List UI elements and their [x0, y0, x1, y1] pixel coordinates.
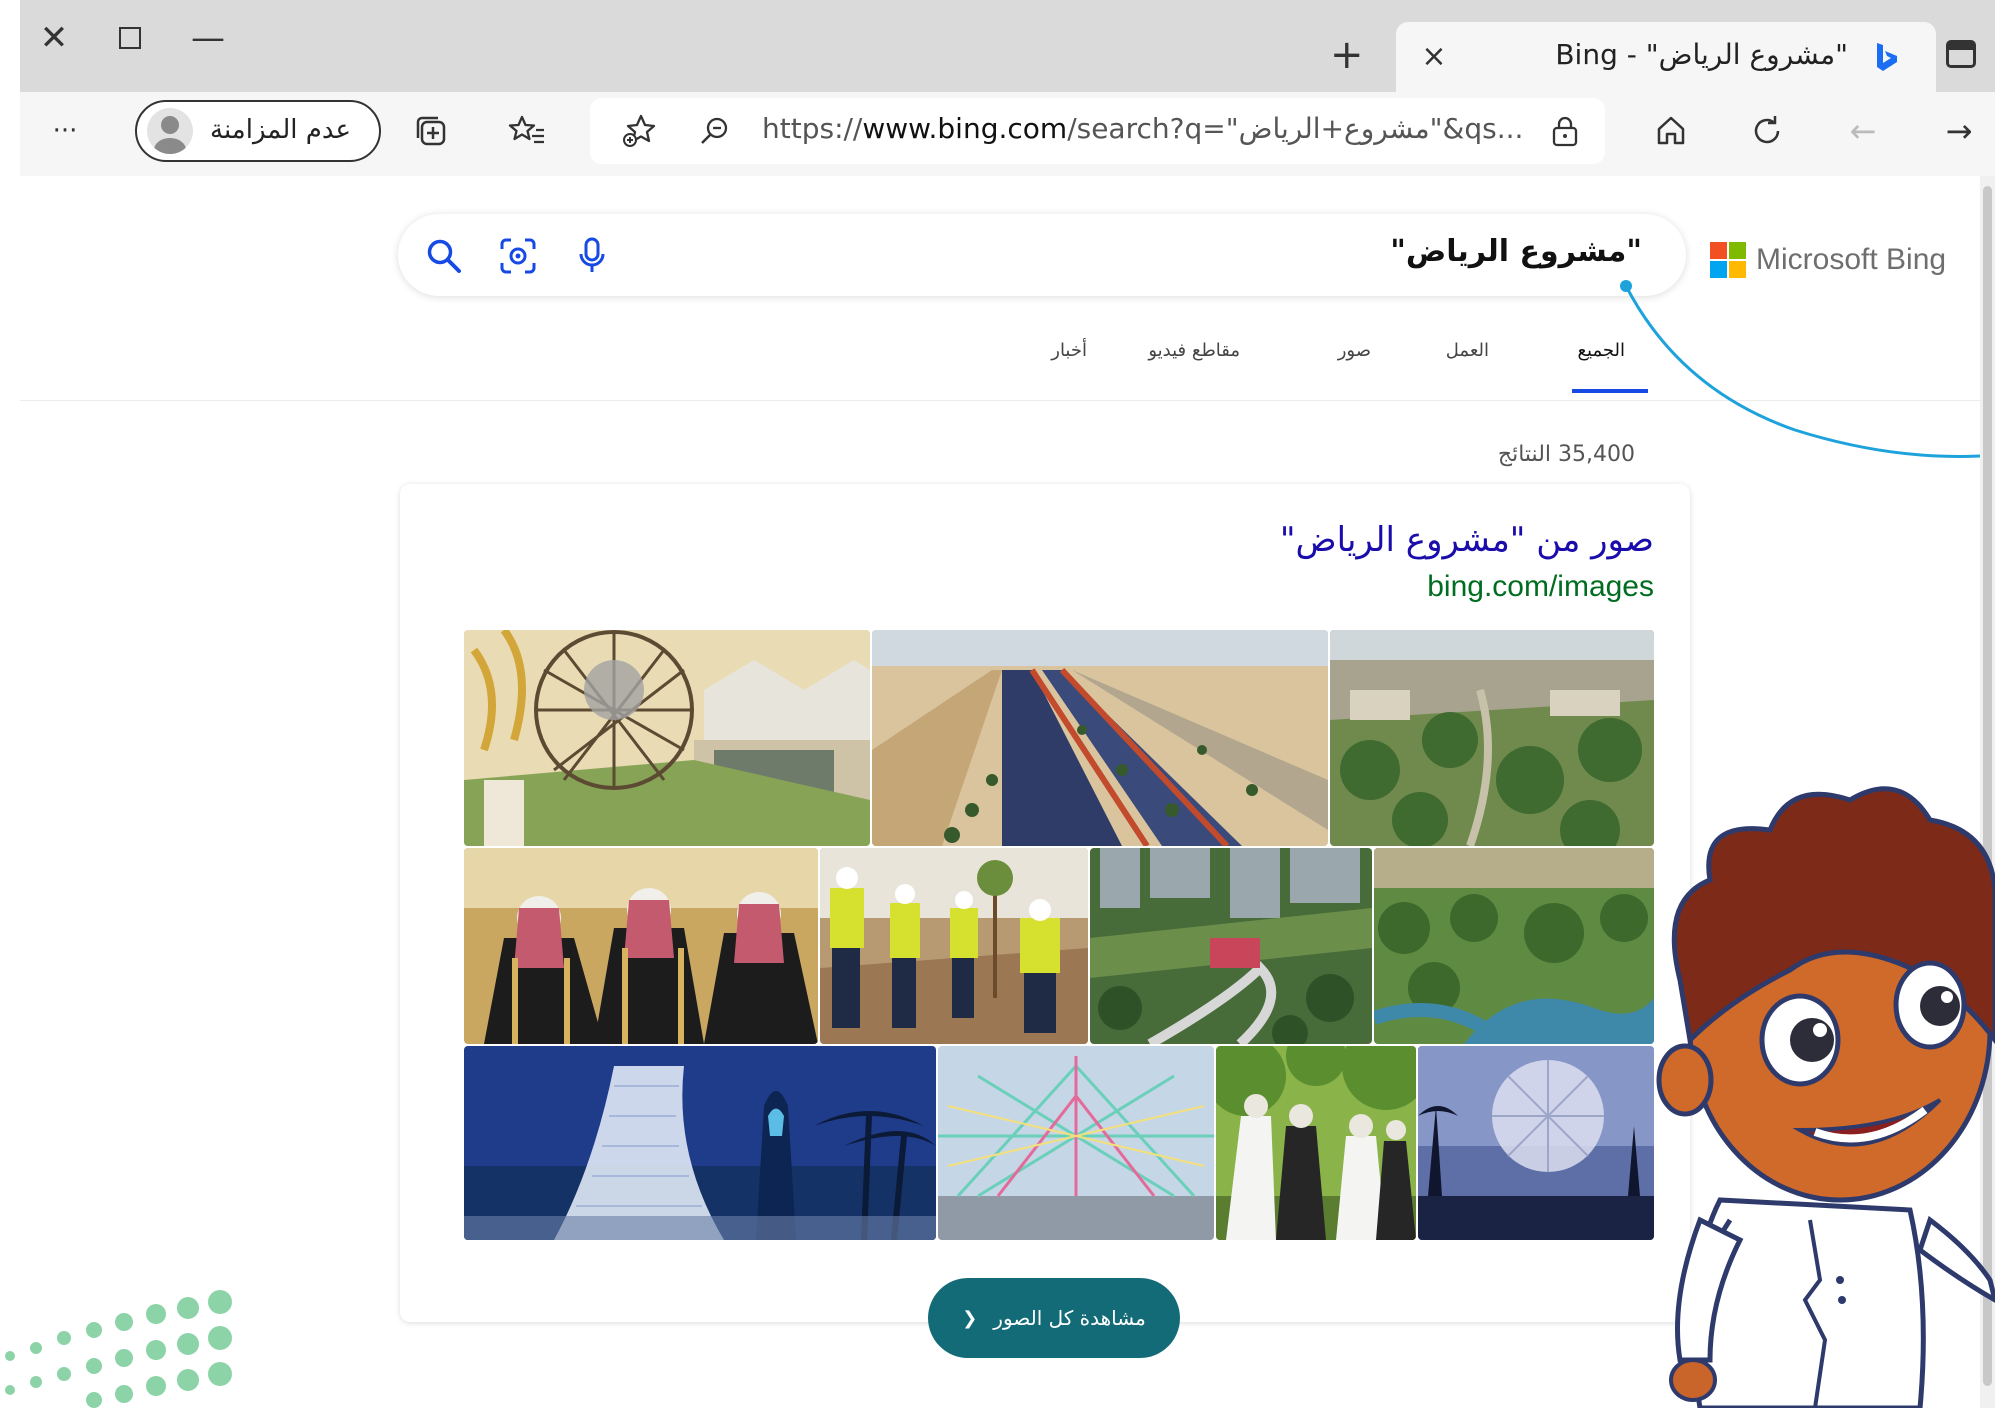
- favorites-list-glyph: [508, 115, 544, 144]
- more-menu-icon[interactable]: ···: [40, 106, 90, 156]
- tab-actions-icon[interactable]: [1946, 40, 1976, 68]
- bing-favicon-icon: [1877, 43, 1897, 71]
- tab-work[interactable]: العمل: [1446, 340, 1489, 361]
- road-construction-illustration: [872, 630, 1328, 846]
- collections-icon[interactable]: [406, 106, 456, 156]
- star-plus-glyph: [623, 114, 656, 147]
- workers-planting-illustration: [820, 848, 1088, 1044]
- search-glyph: [427, 239, 461, 273]
- officials-group-illustration: [464, 848, 818, 1044]
- tab-title: "مشروع الرياض" - Bing: [1555, 38, 1848, 71]
- tab-close-icon[interactable]: ×: [1414, 36, 1454, 76]
- url-text[interactable]: https://www.bing.com/search?q="مشروع+الر…: [762, 112, 1523, 145]
- zoom-glyph: [701, 117, 728, 144]
- expo-sphere-illustration: [464, 630, 870, 846]
- mascot-character: [1656, 786, 1995, 1408]
- city-park-illustration: [1090, 848, 1372, 1044]
- avatar-silhouette: [154, 116, 186, 154]
- search-query-text: "مشروع الرياض": [1390, 234, 1642, 269]
- tab-all[interactable]: الجميع: [1577, 340, 1625, 361]
- search-input[interactable]: "مشروع الرياض": [398, 214, 1686, 296]
- lock-glyph: [1552, 116, 1578, 147]
- logo-square-green: [1729, 242, 1746, 259]
- refresh-icon[interactable]: [1742, 106, 1792, 156]
- logo-square-blue: [1710, 261, 1727, 278]
- see-all-images-button[interactable]: مشاهدة كل الصور ❮: [928, 1278, 1180, 1358]
- home-icon[interactable]: [1646, 106, 1696, 156]
- refresh-glyph: [1754, 116, 1780, 144]
- visual-search-glyph: [500, 238, 536, 274]
- callout-line: [1620, 280, 1980, 458]
- tab-videos[interactable]: مقاطع فيديو: [1148, 340, 1240, 361]
- microphone-glyph: [579, 237, 605, 272]
- new-tab-button[interactable]: +: [1330, 32, 1364, 78]
- title-bar: ✕ — + × "مشروع الرياض" - Bing: [20, 0, 1995, 92]
- maximize-window-icon[interactable]: [110, 18, 150, 58]
- search-icon[interactable]: [422, 234, 466, 278]
- result-image[interactable]: [1090, 848, 1372, 1044]
- kingdom-tower-night-illustration: [464, 1046, 936, 1240]
- url-domain: www.bing.com: [862, 112, 1068, 145]
- add-favorite-icon[interactable]: [614, 106, 664, 156]
- see-all-label: مشاهدة كل الصور: [993, 1306, 1146, 1330]
- result-image[interactable]: [464, 848, 818, 1044]
- card-title-link[interactable]: صور من "مشروع الرياض": [1280, 520, 1654, 560]
- chevron-left-icon: ❮: [962, 1307, 978, 1329]
- result-image[interactable]: [464, 1046, 936, 1240]
- url-prefix: https://: [762, 112, 863, 145]
- tree-planting-ceremony-illustration: [1216, 1046, 1416, 1240]
- logo-square-red: [1710, 242, 1727, 259]
- url-rest: /search?q="مشروع+الرياض"&qs...: [1067, 112, 1524, 145]
- pavilion-illustration: [938, 1046, 1214, 1240]
- plus-icon: +: [1330, 32, 1364, 78]
- tab-images[interactable]: صور: [1338, 340, 1371, 361]
- microsoft-logo-icon: [1710, 242, 1746, 278]
- collections-glyph: [416, 116, 446, 146]
- favorites-list-icon[interactable]: [502, 106, 552, 156]
- visual-search-icon[interactable]: [496, 234, 540, 278]
- profile-button[interactable]: عدم المزامنة: [135, 100, 381, 162]
- card-url[interactable]: bing.com/images: [1427, 570, 1654, 604]
- forward-icon[interactable]: →: [1934, 106, 1984, 156]
- address-bar[interactable]: https://www.bing.com/search?q="مشروع+الر…: [590, 98, 1605, 164]
- result-image[interactable]: [872, 630, 1328, 846]
- microphone-icon[interactable]: [570, 234, 614, 278]
- tab-news[interactable]: أخبار: [1051, 340, 1087, 361]
- zoom-icon[interactable]: [690, 106, 740, 156]
- back-icon[interactable]: ←: [1838, 106, 1888, 156]
- result-image[interactable]: [938, 1046, 1214, 1240]
- browser-tab[interactable]: × "مشروع الرياض" - Bing: [1396, 22, 1936, 92]
- decorative-dots: [5, 1290, 232, 1408]
- image-results-card: صور من "مشروع الرياض" bing.com/images مش…: [400, 484, 1690, 1358]
- result-image[interactable]: [1216, 1046, 1416, 1240]
- browser-toolbar: ··· عدم المزامنة https://www.bing.com/se…: [20, 92, 1995, 177]
- profile-label: عدم المزامنة: [210, 115, 351, 145]
- close-window-icon[interactable]: ✕: [34, 18, 74, 58]
- result-image[interactable]: [820, 848, 1088, 1044]
- microsoft-bing-logo[interactable]: Microsoft Bing: [1710, 240, 1946, 280]
- maximize-square: [119, 27, 141, 49]
- brand-name: Microsoft Bing: [1756, 243, 1947, 276]
- result-image[interactable]: [464, 630, 870, 846]
- results-count: 35,400 النتائج: [1497, 442, 1635, 467]
- home-glyph: [1657, 116, 1685, 145]
- avatar-icon: [147, 108, 193, 154]
- logo-square-yellow: [1729, 261, 1746, 278]
- lock-icon[interactable]: [1540, 106, 1590, 156]
- minimize-window-icon[interactable]: —: [188, 18, 228, 58]
